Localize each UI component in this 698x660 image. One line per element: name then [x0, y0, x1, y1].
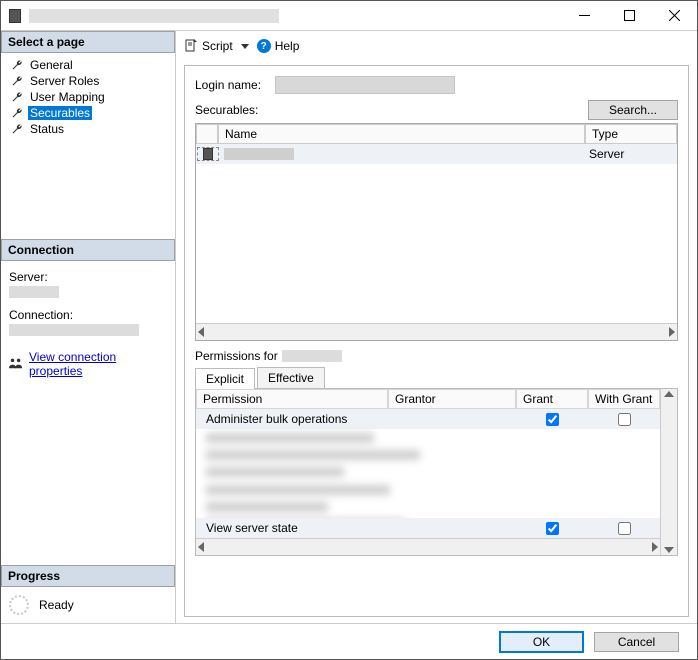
- grant-checkbox[interactable]: [546, 413, 559, 426]
- col-header-name[interactable]: Name: [218, 124, 585, 144]
- scroll-down-icon: [664, 547, 674, 553]
- server-value: [9, 286, 59, 298]
- col-header-permission[interactable]: Permission: [196, 389, 388, 409]
- progress-spinner-icon: [9, 595, 29, 615]
- horizontal-scrollbar[interactable]: [196, 323, 677, 340]
- page-item-securables[interactable]: Securables: [11, 105, 175, 121]
- permission-name: View server state: [196, 521, 388, 535]
- people-icon: [9, 357, 23, 372]
- page-item-user-mapping[interactable]: User Mapping: [11, 89, 175, 105]
- grant-checkbox[interactable]: [546, 522, 559, 535]
- maximize-button[interactable]: [607, 1, 652, 30]
- wrench-icon: [11, 75, 23, 87]
- scroll-left-icon: [198, 327, 204, 337]
- close-button[interactable]: [652, 1, 697, 30]
- page-item-general[interactable]: General: [11, 57, 175, 73]
- cancel-button[interactable]: Cancel: [594, 632, 679, 652]
- tab-explicit[interactable]: Explicit: [195, 368, 255, 389]
- select-page-header: Select a page: [1, 31, 175, 53]
- col-header-type[interactable]: Type: [585, 124, 677, 144]
- window-title: [29, 9, 279, 23]
- right-panel: Script ? Help Login name: Securables: Se…: [176, 31, 697, 623]
- vertical-scrollbar[interactable]: [660, 389, 677, 555]
- with-grant-checkbox[interactable]: [618, 522, 631, 535]
- progress-header: Progress: [1, 565, 175, 587]
- col-header-with-grant[interactable]: With Grant: [588, 389, 660, 409]
- col-header-grantor[interactable]: Grantor: [388, 389, 516, 409]
- login-name-input[interactable]: [275, 76, 455, 94]
- scroll-up-icon: [664, 391, 674, 397]
- permission-name: Administer bulk operations: [196, 412, 388, 426]
- permissions-grid[interactable]: Permission Grantor Grant With Grant Admi…: [195, 388, 678, 556]
- ok-button[interactable]: OK: [499, 631, 584, 653]
- scroll-right-icon: [652, 542, 658, 552]
- progress-status: Ready: [39, 598, 74, 612]
- securables-grid[interactable]: Name Type Server: [195, 123, 678, 341]
- page-item-server-roles[interactable]: Server Roles: [11, 73, 175, 89]
- script-icon: [184, 39, 198, 53]
- page-list: General Server Roles User Mapping Secura…: [1, 53, 175, 239]
- securable-name: [224, 148, 294, 160]
- grid-corner: [196, 124, 218, 144]
- connection-value: [9, 324, 139, 336]
- scroll-right-icon: [669, 327, 675, 337]
- securable-type: Server: [585, 147, 677, 161]
- securables-label: Securables:: [195, 103, 588, 117]
- minimize-button[interactable]: [562, 1, 607, 30]
- wrench-icon: [11, 107, 23, 119]
- toolbar: Script ? Help: [176, 31, 697, 61]
- search-button[interactable]: Search...: [588, 100, 678, 120]
- wrench-icon: [11, 91, 23, 103]
- permissions-for-label: Permissions for: [195, 349, 278, 363]
- page-item-status[interactable]: Status: [11, 121, 175, 137]
- titlebar: [1, 1, 697, 31]
- wrench-icon: [11, 123, 23, 135]
- server-icon: [203, 148, 213, 160]
- scroll-left-icon: [198, 542, 204, 552]
- help-button[interactable]: ? Help: [257, 39, 300, 53]
- dropdown-icon: [241, 44, 249, 49]
- login-name-label: Login name:: [195, 78, 267, 92]
- app-icon: [9, 9, 21, 23]
- horizontal-scrollbar[interactable]: [196, 538, 660, 555]
- tab-effective[interactable]: Effective: [257, 367, 325, 388]
- footer: OK Cancel: [1, 623, 697, 659]
- connection-label: Connection:: [9, 308, 167, 322]
- help-icon: ?: [257, 39, 271, 53]
- with-grant-checkbox[interactable]: [618, 413, 631, 426]
- script-button[interactable]: Script: [184, 39, 253, 53]
- connection-header: Connection: [1, 239, 175, 261]
- permission-row[interactable]: View server state: [196, 518, 660, 538]
- view-connection-properties-link[interactable]: View connection properties: [29, 350, 167, 378]
- server-label: Server:: [9, 270, 167, 284]
- securable-row[interactable]: Server: [196, 144, 677, 164]
- wrench-icon: [11, 59, 23, 71]
- permissions-for-value: [282, 350, 342, 362]
- col-header-grant[interactable]: Grant: [516, 389, 588, 409]
- permission-row[interactable]: Administer bulk operations: [196, 409, 660, 429]
- left-panel: Select a page General Server Roles User …: [1, 31, 176, 623]
